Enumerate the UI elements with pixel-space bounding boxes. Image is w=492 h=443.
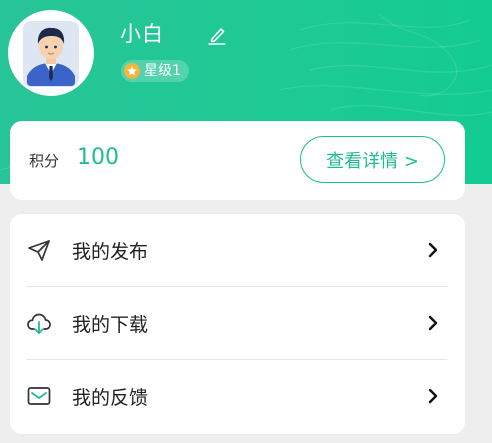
- cloud-download-icon: [26, 310, 52, 336]
- menu-item-my-posts[interactable]: 我的发布: [10, 214, 465, 286]
- chevron-right-icon: [428, 388, 438, 404]
- points-label: 积分: [29, 152, 60, 170]
- chevron-right-icon: [428, 315, 438, 331]
- menu-item-label: 我的发布: [72, 240, 149, 263]
- username: 小白: [120, 22, 164, 46]
- star-icon: [124, 63, 140, 79]
- avatar-image: [23, 21, 79, 87]
- menu-item-my-feedback[interactable]: 我的反馈: [10, 360, 465, 432]
- menu-item-label: 我的下载: [72, 313, 149, 336]
- paper-plane-icon: [26, 237, 52, 263]
- level-badge: 星级1: [121, 60, 189, 82]
- avatar[interactable]: [8, 10, 94, 96]
- level-label: 星级1: [144, 63, 181, 79]
- menu-item-label: 我的反馈: [72, 386, 149, 409]
- chevron-right-icon: [428, 242, 438, 258]
- points-value: 100: [77, 145, 119, 170]
- menu-item-my-downloads[interactable]: 我的下载: [10, 287, 465, 359]
- envelope-icon: [26, 383, 52, 409]
- view-details-button[interactable]: 查看详情 >: [300, 136, 445, 183]
- pencil-icon: [208, 28, 226, 45]
- points-card: 积分 100 查看详情 >: [10, 121, 465, 200]
- edit-profile-button[interactable]: [206, 24, 228, 46]
- menu-card: 我的发布 我的下载 我的反馈: [10, 214, 465, 434]
